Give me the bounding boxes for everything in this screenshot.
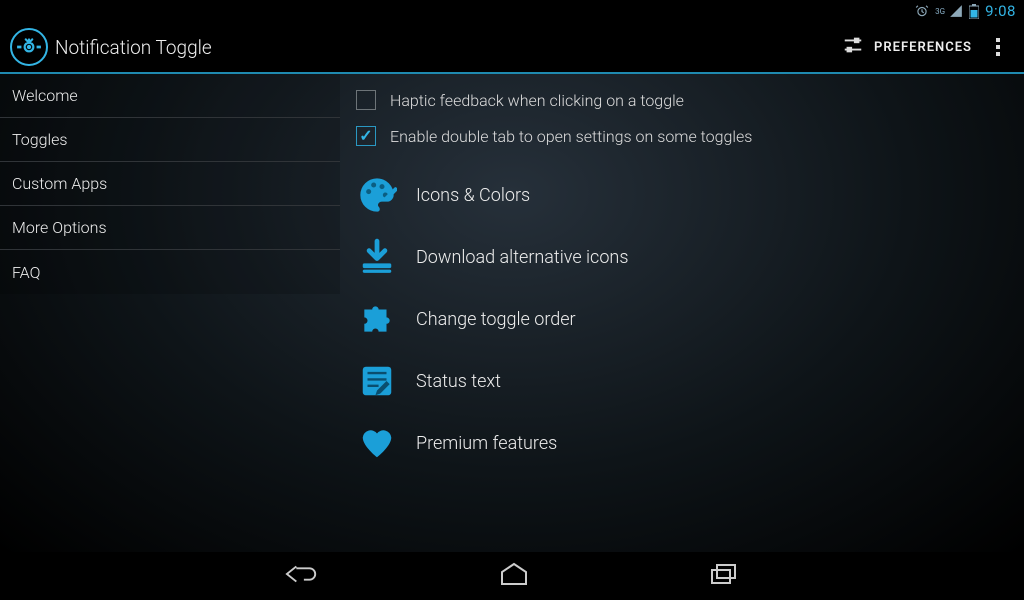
option-label: Change toggle order	[416, 309, 576, 330]
option-label: Premium features	[416, 433, 557, 454]
navigation-bar	[0, 552, 1024, 600]
sidebar-item-label: Toggles	[12, 130, 68, 149]
app-icon	[10, 28, 48, 66]
download-icon	[356, 236, 398, 278]
sidebar-item-label: FAQ	[12, 263, 40, 282]
preferences-button[interactable]: PREFERENCES	[832, 26, 982, 68]
sidebar-item-more-options[interactable]: More Options	[0, 206, 340, 250]
sidebar-item-label: More Options	[12, 218, 107, 237]
sliders-icon	[842, 34, 864, 60]
checkbox-row-haptic[interactable]: Haptic feedback when clicking on a toggl…	[340, 82, 1024, 118]
network-label: 3G	[935, 7, 945, 16]
option-download-icons[interactable]: Download alternative icons	[340, 226, 1024, 288]
alarm-icon	[915, 4, 929, 18]
overflow-menu-button[interactable]	[982, 30, 1014, 64]
puzzle-icon	[356, 298, 398, 340]
sidebar-item-welcome[interactable]: Welcome	[0, 74, 340, 118]
nav-home-button[interactable]	[479, 553, 549, 599]
content-pane: Haptic feedback when clicking on a toggl…	[340, 74, 1024, 552]
checkbox-row-double-tap[interactable]: Enable double tab to open settings on so…	[340, 118, 1024, 154]
option-change-order[interactable]: Change toggle order	[340, 288, 1024, 350]
sidebar-item-custom-apps[interactable]: Custom Apps	[0, 162, 340, 206]
heart-icon	[356, 422, 398, 464]
signal-icon	[949, 4, 963, 18]
preferences-label: PREFERENCES	[874, 40, 972, 55]
action-bar: Notification Toggle PREFERENCES	[0, 22, 1024, 74]
nav-back-button[interactable]	[265, 552, 339, 600]
option-label: Download alternative icons	[416, 247, 628, 268]
sidebar-item-toggles[interactable]: Toggles	[0, 118, 340, 162]
edit-note-icon	[356, 360, 398, 402]
palette-icon	[356, 174, 398, 216]
option-status-text[interactable]: Status text	[340, 350, 1024, 412]
nav-recents-button[interactable]	[689, 553, 759, 599]
app-title: Notification Toggle	[55, 36, 212, 59]
checkbox-label: Haptic feedback when clicking on a toggl…	[390, 91, 684, 110]
option-label: Icons & Colors	[416, 185, 530, 206]
checkbox-label: Enable double tab to open settings on so…	[390, 127, 752, 146]
sidebar: Welcome Toggles Custom Apps More Options…	[0, 74, 340, 552]
sidebar-item-label: Custom Apps	[12, 174, 107, 193]
checkbox-haptic[interactable]	[356, 90, 376, 110]
sidebar-item-faq[interactable]: FAQ	[0, 250, 340, 294]
option-label: Status text	[416, 371, 501, 392]
option-icons-colors[interactable]: Icons & Colors	[340, 164, 1024, 226]
status-clock: 9:08	[985, 2, 1016, 20]
sidebar-item-label: Welcome	[12, 86, 78, 105]
checkbox-double-tap[interactable]	[356, 126, 376, 146]
option-premium[interactable]: Premium features	[340, 412, 1024, 474]
main-area: Welcome Toggles Custom Apps More Options…	[0, 74, 1024, 552]
battery-icon	[969, 4, 979, 19]
status-bar: 3G 9:08	[0, 0, 1024, 22]
